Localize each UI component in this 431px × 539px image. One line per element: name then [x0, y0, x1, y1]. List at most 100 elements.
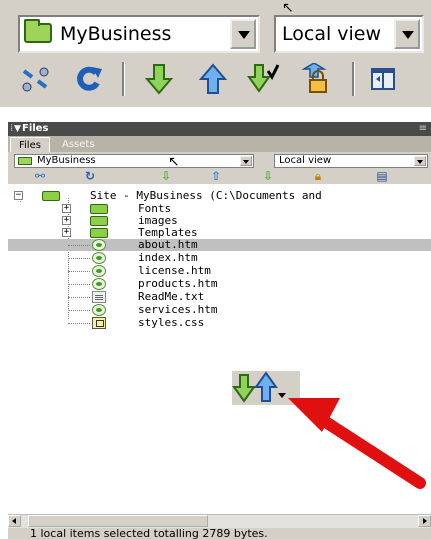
- expand-button[interactable]: [366, 63, 400, 95]
- folder-icon: [90, 216, 108, 226]
- panel-title: Files: [22, 123, 49, 134]
- expand-button-small[interactable]: ▤: [372, 169, 392, 183]
- put-button-small[interactable]: ⇧: [206, 169, 226, 183]
- collapse-icon[interactable]: −: [14, 191, 23, 200]
- put-files-icon: ⇧: [210, 169, 222, 183]
- status-bar: 1 local items selected totalling 2789 by…: [8, 528, 431, 539]
- scroll-right-icon[interactable]: [418, 515, 431, 527]
- get-files-icon: [144, 64, 174, 95]
- tree-file-row[interactable]: license.htm: [8, 265, 431, 277]
- connect-button-small[interactable]: ⚯: [30, 169, 50, 183]
- refresh-button-small[interactable]: ↻: [80, 169, 100, 183]
- tab-files[interactable]: Files: [10, 137, 50, 153]
- file-label: services.htm: [138, 303, 218, 316]
- tree-folder-row[interactable]: + Templates: [8, 227, 431, 239]
- site-folder-icon: [18, 157, 32, 165]
- view-select[interactable]: Local view: [274, 15, 424, 53]
- txt-file-icon: [92, 291, 106, 303]
- expand-plus-icon[interactable]: +: [62, 216, 71, 225]
- site-select[interactable]: MyBusiness: [18, 15, 260, 53]
- refresh-button[interactable]: [72, 63, 106, 95]
- css-file-icon: [92, 317, 106, 329]
- htm-file-icon: [92, 304, 106, 316]
- put-files-icon: [254, 371, 278, 402]
- panel-tabs: Files Assets: [8, 136, 431, 153]
- refresh-icon: ↻: [84, 169, 96, 183]
- grip-icon[interactable]: ⁞: [10, 122, 13, 136]
- file-label: styles.css: [138, 316, 205, 329]
- tree-file-row[interactable]: services.htm: [8, 304, 431, 316]
- toolbar-separator: [122, 62, 125, 96]
- files-panel-title-bar[interactable]: ⁞ ▼ Files ≡: [8, 122, 431, 136]
- view-select-value: Local view: [282, 23, 382, 45]
- chevron-down-icon[interactable]: [394, 19, 420, 49]
- chevron-down-icon[interactable]: [240, 156, 252, 166]
- check-in-button-small[interactable]: 🔒︎: [308, 169, 328, 183]
- file-label: license.htm: [138, 264, 211, 277]
- zoomed-toolbar: ↖ MyBusiness Local view: [0, 0, 431, 107]
- scroll-thumb[interactable]: [28, 515, 208, 527]
- put-files-icon: [198, 63, 228, 94]
- tree-connector: [68, 284, 90, 285]
- htm-file-icon: [92, 278, 106, 290]
- check-in-button[interactable]: [300, 62, 334, 95]
- site-select-small[interactable]: MyBusiness: [14, 154, 254, 168]
- horizontal-scrollbar[interactable]: [8, 514, 431, 528]
- site-folder-icon: [24, 19, 52, 43]
- refresh-icon: [77, 66, 102, 91]
- tab-assets[interactable]: Assets: [54, 137, 103, 152]
- tree-folder-row[interactable]: + Fonts: [8, 203, 431, 215]
- check-out-button[interactable]: [246, 63, 280, 95]
- get-files-button[interactable]: [142, 63, 176, 95]
- get-files-icon: ⇩: [160, 169, 172, 183]
- site-folder-icon: [42, 191, 60, 201]
- tree-root-row[interactable]: − Site - MyBusiness (C:\Documents and: [8, 190, 431, 202]
- connect-icon: ⚯: [34, 169, 46, 183]
- check-out-icon: ⇩: [262, 169, 274, 183]
- expand-plus-icon[interactable]: +: [62, 228, 71, 237]
- htm-file-icon: [92, 252, 106, 264]
- cursor-icon: ↖: [282, 0, 294, 16]
- tree-connector: [68, 323, 90, 324]
- tree-root-label: Site - MyBusiness (C:\Documents and: [90, 189, 322, 202]
- collapse-triangle-icon[interactable]: ▼: [14, 122, 21, 136]
- get-files-icon: [232, 374, 256, 403]
- check-in-icon: [301, 62, 327, 93]
- tree-file-row[interactable]: index.htm: [8, 252, 431, 264]
- tree-file-row[interactable]: styles.css: [8, 317, 431, 329]
- htm-file-icon: [92, 265, 106, 277]
- put-files-button[interactable]: [196, 63, 230, 95]
- check-out-button-small[interactable]: ⇩: [258, 169, 278, 183]
- panel-controls: MyBusiness ↖ Local view ⚯ ↻ ⇩ ⇧ ⇩ 🔒︎ ▤: [8, 152, 431, 184]
- get-button-small[interactable]: ⇩: [156, 169, 176, 183]
- file-label: about.htm: [138, 238, 198, 251]
- tree-file-row[interactable]: products.htm: [8, 278, 431, 290]
- check-out-icon: [247, 64, 280, 93]
- site-select-value: MyBusiness: [60, 23, 172, 45]
- htm-file-icon: [92, 239, 106, 251]
- file-label: index.htm: [138, 251, 198, 264]
- mouse-cursor-icon: ↖: [168, 154, 180, 170]
- view-select-small[interactable]: Local view: [274, 154, 428, 168]
- tree-folder-row[interactable]: + images: [8, 215, 431, 227]
- chevron-down-icon[interactable]: [230, 19, 256, 49]
- check-in-icon: 🔒︎: [314, 169, 322, 183]
- dropdown-triangle-icon: [278, 393, 286, 398]
- file-tree: − Site - MyBusiness (C:\Documents and + …: [8, 186, 431, 331]
- tree-file-row[interactable]: ReadMe.txt: [8, 291, 431, 303]
- tree-connector: [68, 271, 90, 272]
- expand-plus-icon[interactable]: +: [62, 204, 71, 213]
- connect-button[interactable]: [18, 63, 52, 95]
- tree-connector: [68, 245, 90, 246]
- scroll-left-icon[interactable]: [8, 515, 21, 527]
- toolbar-separator: [352, 62, 355, 96]
- folder-icon: [90, 228, 108, 238]
- expand-icon: ▤: [376, 169, 388, 183]
- chevron-down-icon[interactable]: [414, 156, 426, 166]
- connect-icon: [22, 67, 49, 92]
- site-select-small-value: MyBusiness: [37, 155, 96, 166]
- get-put-zoom-graphic: [232, 371, 286, 403]
- options-menu-icon[interactable]: ≡: [419, 122, 427, 136]
- tree-file-row[interactable]: about.htm: [8, 239, 431, 251]
- tree-connector: [68, 258, 90, 259]
